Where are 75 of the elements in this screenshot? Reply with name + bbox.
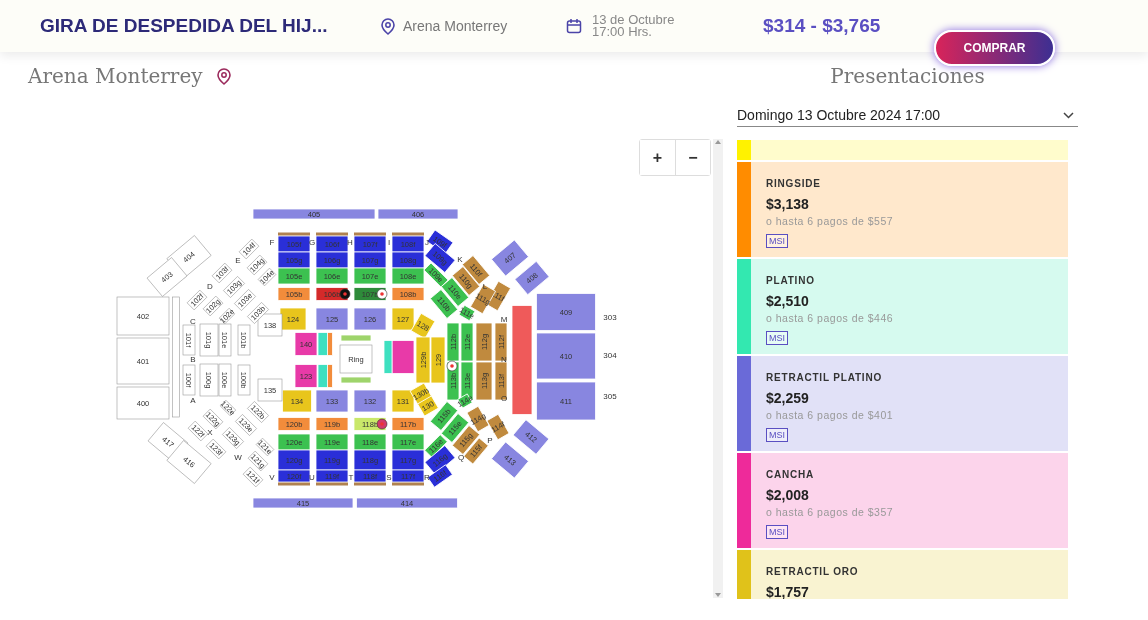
event-time: 17:00 Hrs. [592, 26, 653, 38]
row-letter: S [386, 473, 392, 482]
emblem-icon [376, 288, 388, 300]
presentations-heading: Presentaciones [830, 64, 985, 88]
installment-text: o hasta 6 pagos de $557 [766, 215, 894, 227]
location-pin-icon [216, 68, 231, 86]
installment-text: o hasta 6 pagos de $401 [766, 409, 894, 421]
row-letter: K [457, 255, 463, 264]
venue-heading: Arena Monterrey [28, 64, 203, 88]
tier-price: $1,757 [766, 584, 809, 599]
installment-text: o hasta 6 pagos de $446 [766, 312, 894, 324]
msi-tag: MSI [766, 525, 788, 539]
scrollbar[interactable] [713, 139, 723, 598]
row-letter: Q [457, 453, 465, 462]
row-letter: E [235, 256, 241, 265]
emblem-icon [376, 418, 388, 430]
price-tier-card[interactable]: RINGSIDE $3,138 o hasta 6 pagos de $557 MSI [737, 162, 1068, 257]
section-edge [278, 232, 310, 236]
row-letter: N [501, 355, 507, 364]
buy-button[interactable]: COMPRAR [934, 30, 1055, 66]
tier-price: $2,510 [766, 293, 809, 309]
row-letter: C [190, 317, 196, 326]
section-edge [316, 482, 348, 486]
row-letter: L [482, 282, 488, 291]
row-letter: M [500, 315, 508, 324]
row-letter: T [348, 473, 354, 482]
tier-name: RETRACTIL PLATINO [766, 372, 882, 383]
seat-section[interactable] [172, 296, 180, 418]
section-edge [354, 232, 386, 236]
scroll-up-icon[interactable] [715, 139, 721, 145]
msi-tag: MSI [766, 331, 788, 345]
section-edge [278, 482, 310, 486]
date-select[interactable]: Domingo 13 Octubre 2024 17:00 [737, 104, 1078, 127]
section-number: 305 [603, 392, 617, 401]
section-edge [392, 232, 424, 236]
event-title: GIRA DE DESPEDIDA DEL HIJ... [40, 15, 329, 37]
section-number: 303 [603, 313, 617, 322]
row-letter: W [234, 453, 242, 462]
msi-tag: MSI [766, 234, 788, 248]
price-tier-card[interactable]: RETRACTIL PLATINO $2,259 o hasta 6 pagos de $401 MSI [737, 356, 1068, 451]
row-letter: F [269, 238, 275, 247]
zoom-out-button[interactable]: − [675, 140, 710, 175]
row-letter: H [347, 238, 353, 247]
scroll-down-icon[interactable] [715, 592, 721, 598]
row-letter: V [269, 473, 275, 482]
row-letter: D [207, 282, 213, 291]
section-number: 304 [603, 351, 617, 360]
tier-price: $2,008 [766, 487, 809, 503]
chevron-down-icon [1063, 111, 1074, 119]
row-letter: R [424, 473, 430, 482]
section-edge [354, 482, 386, 486]
section-edge [392, 482, 424, 486]
section-edge [316, 232, 348, 236]
event-date: 13 de Octubre [592, 14, 675, 26]
location-pin-icon [381, 17, 395, 35]
tier-price: $3,138 [766, 196, 809, 212]
venue-name: Arena Monterrey [403, 18, 508, 34]
tier-name: CANCHA [766, 469, 815, 480]
emblem-icon [339, 288, 351, 300]
tier-name: RETRACTIL ORO [766, 566, 859, 577]
tier-name: RINGSIDE [766, 178, 821, 189]
calendar-icon [566, 18, 582, 34]
row-letter: A [190, 396, 196, 405]
row-letter: I [387, 238, 391, 247]
price-range: $314 - $3,765 [763, 15, 881, 37]
msi-tag: MSI [766, 428, 788, 442]
price-tier-card[interactable]: CANCHA $2,008 o hasta 6 pagos de $357 MSI [737, 453, 1068, 548]
installment-text: o hasta 6 pagos de $357 [766, 506, 894, 518]
emblem-icon [446, 360, 458, 372]
row-letter: X [207, 428, 213, 437]
price-tier-card[interactable]: PLATINO $2,510 o hasta 6 pagos de $446 MSI [737, 259, 1068, 354]
tier-name: PLATINO [766, 275, 815, 286]
price-tier-card[interactable]: RETRACTIL ORO $1,757 [737, 550, 1068, 599]
tier-price: $2,259 [766, 390, 809, 406]
row-letter: B [190, 355, 196, 364]
